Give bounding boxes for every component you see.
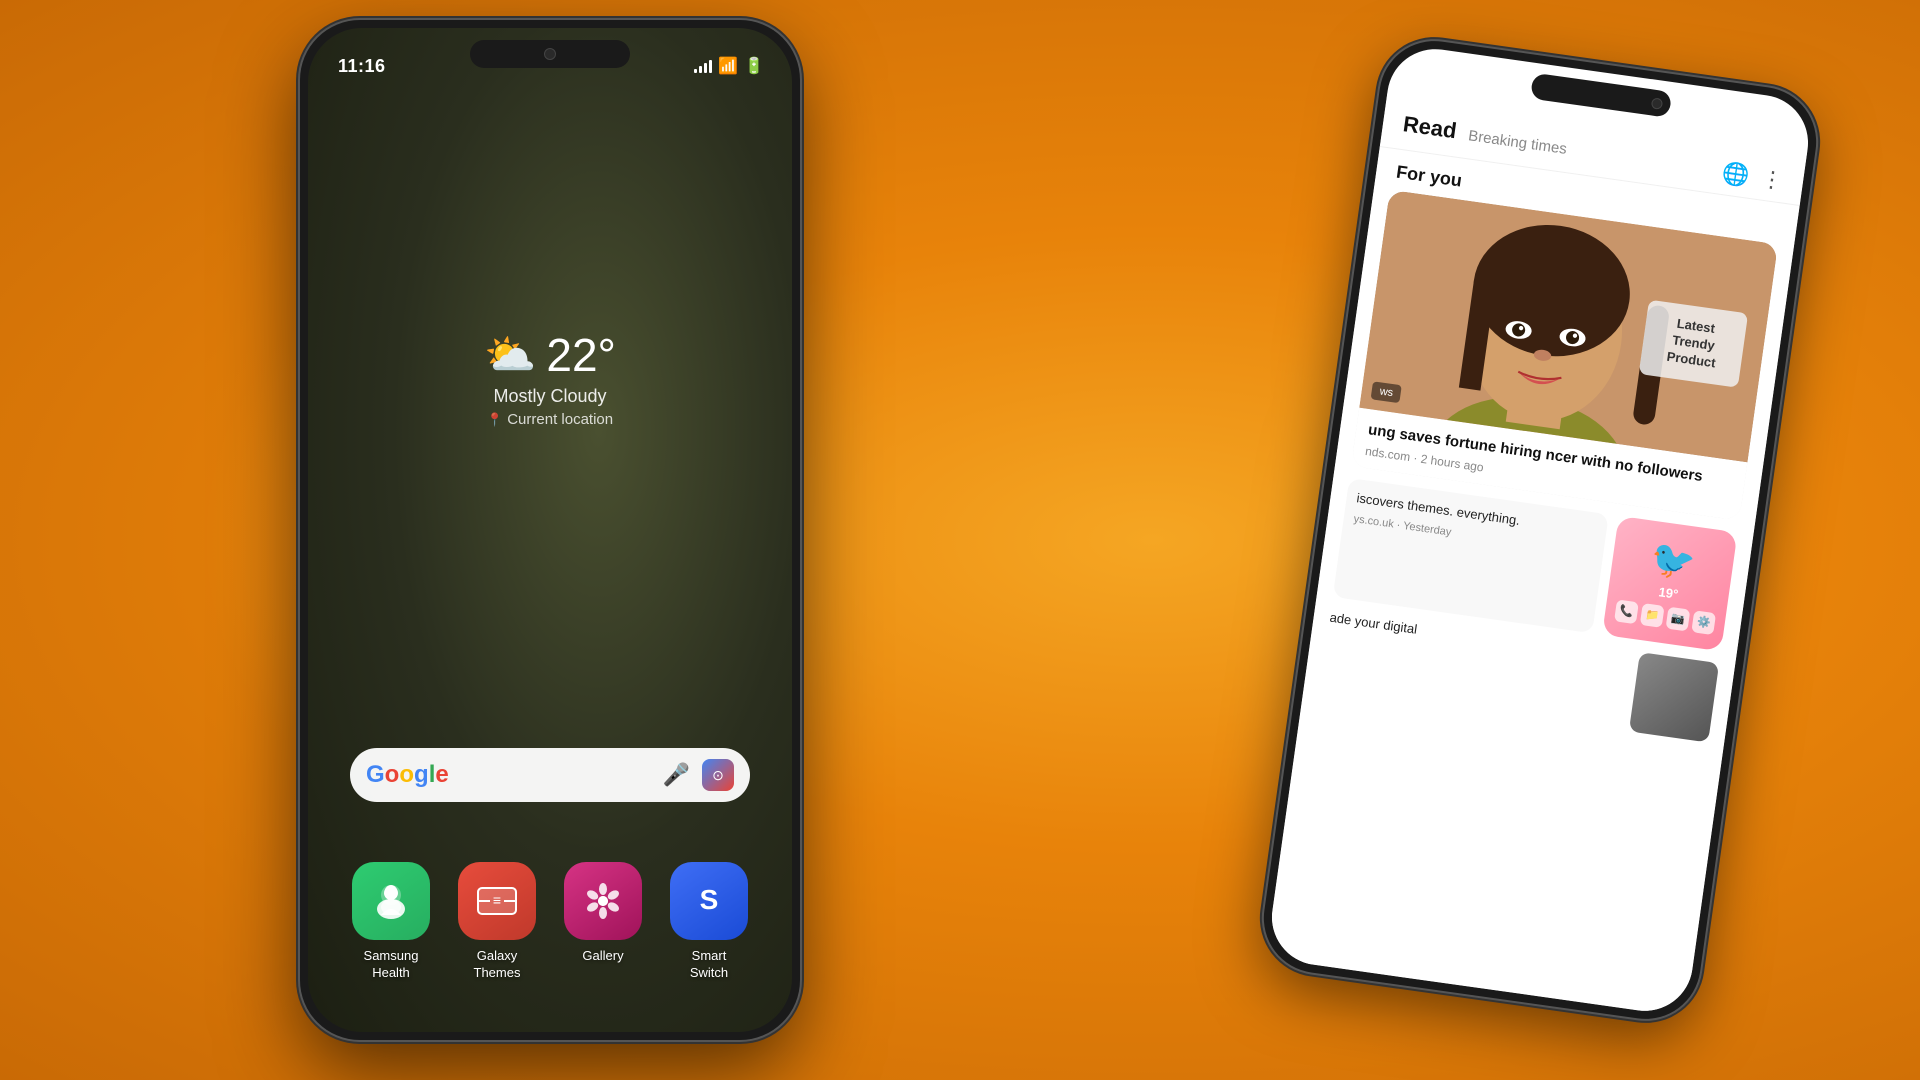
galaxy-themes-label: GalaxyThemes [474, 948, 521, 982]
phone-left-screen: 11:16 📶 🔋 ⛅ 22° Mostly Cloudy 📍 [308, 28, 792, 1032]
google-logo: Google [366, 761, 449, 789]
svg-text:S: S [700, 884, 719, 915]
phone-right-wrapper: Read Breaking times 🌐 ⋮ For you [1257, 34, 1824, 1026]
header-action-icons: 🌐 ⋮ [1720, 160, 1784, 194]
samsung-health-app[interactable]: SamsungHealth [352, 862, 430, 982]
samsung-health-svg [369, 879, 413, 923]
weather-row: ⛅ 22° [484, 328, 616, 382]
gallery-app[interactable]: Gallery [564, 862, 642, 965]
galaxy-themes-icon[interactable]: ≡ [458, 862, 536, 940]
smart-switch-icon[interactable]: S [670, 862, 748, 940]
news-third-image [1629, 652, 1719, 742]
google-search-bar[interactable]: Google 🎤 ⊙ [350, 748, 750, 802]
news-tag: ws [1371, 381, 1403, 403]
pink-camera-icon: 📷 [1666, 606, 1691, 631]
google-lens-icon[interactable]: ⊙ [702, 759, 734, 791]
weather-location: 📍 Current location [484, 411, 616, 428]
location-pin-icon: 📍 [487, 412, 503, 427]
weather-description: Mostly Cloudy [484, 386, 616, 407]
weather-widget: ⛅ 22° Mostly Cloudy 📍 Current location [484, 328, 616, 428]
signal-bar-2 [699, 66, 702, 73]
pink-folder-icon: 📁 [1640, 603, 1665, 628]
product-overlay: Latest Trendy Product [1639, 300, 1748, 388]
globe-icon[interactable]: 🌐 [1720, 160, 1751, 190]
more-options-icon[interactable]: ⋮ [1759, 165, 1784, 194]
svg-text:≡: ≡ [493, 892, 501, 908]
news-card-small-1[interactable]: iscovers themes. everything. ys.co.uk · … [1333, 478, 1609, 633]
pink-weather-card: 🐦 19° 📞 📁 📷 ⚙️ [1602, 516, 1738, 652]
smart-switch-app[interactable]: S SmartSwitch [670, 862, 748, 982]
pink-phone-icon: 📞 [1614, 599, 1639, 624]
wifi-icon: 📶 [718, 56, 738, 76]
galaxy-themes-svg: ≡ [474, 878, 520, 924]
phone-left: 11:16 📶 🔋 ⛅ 22° Mostly Cloudy 📍 [300, 20, 800, 1040]
gallery-label: Gallery [582, 948, 623, 965]
phone-right-screen: Read Breaking times 🌐 ⋮ For you [1266, 43, 1814, 1017]
smart-switch-svg: S [686, 878, 732, 924]
right-phone-content: Read Breaking times 🌐 ⋮ For you [1266, 93, 1808, 1018]
gallery-svg [580, 878, 626, 924]
notch-right [1530, 73, 1672, 118]
status-icons: 📶 🔋 [694, 56, 762, 76]
pink-bird-icon: 🐦 [1648, 536, 1698, 584]
galaxy-themes-app[interactable]: ≡ GalaxyThemes [458, 862, 536, 982]
gallery-icon[interactable] [564, 862, 642, 940]
samsung-health-icon[interactable] [352, 862, 430, 940]
samsung-health-label: SamsungHealth [364, 948, 419, 982]
pink-mini-icons: 📞 📁 📷 ⚙️ [1614, 599, 1716, 635]
app-name-text: Read [1402, 111, 1459, 143]
pink-temp-display: 19° [1658, 584, 1680, 602]
smart-switch-label: SmartSwitch [690, 948, 728, 982]
weather-cloud-icon: ⛅ [484, 331, 536, 380]
status-time: 11:16 [338, 56, 386, 77]
news-card-large[interactable]: Latest Trendy Product ws ung saves fortu… [1351, 190, 1778, 521]
app-icons-row: SamsungHealth ≡ GalaxyTheme [352, 862, 748, 982]
signal-bar-3 [704, 63, 707, 73]
signal-bar-1 [694, 69, 697, 73]
battery-icon: 🔋 [744, 56, 762, 76]
product-text: Latest Trendy Product [1650, 313, 1736, 374]
phone-right: Read Breaking times 🌐 ⋮ For you [1257, 34, 1824, 1026]
microphone-icon[interactable]: 🎤 [663, 762, 690, 788]
weather-temperature: 22° [546, 328, 616, 382]
app-subtitle-text: Breaking times [1467, 127, 1568, 158]
signal-icon [694, 59, 712, 73]
status-bar-left: 11:16 📶 🔋 [338, 46, 762, 86]
pink-settings-icon: ⚙️ [1691, 610, 1716, 635]
signal-bar-4 [709, 60, 712, 73]
